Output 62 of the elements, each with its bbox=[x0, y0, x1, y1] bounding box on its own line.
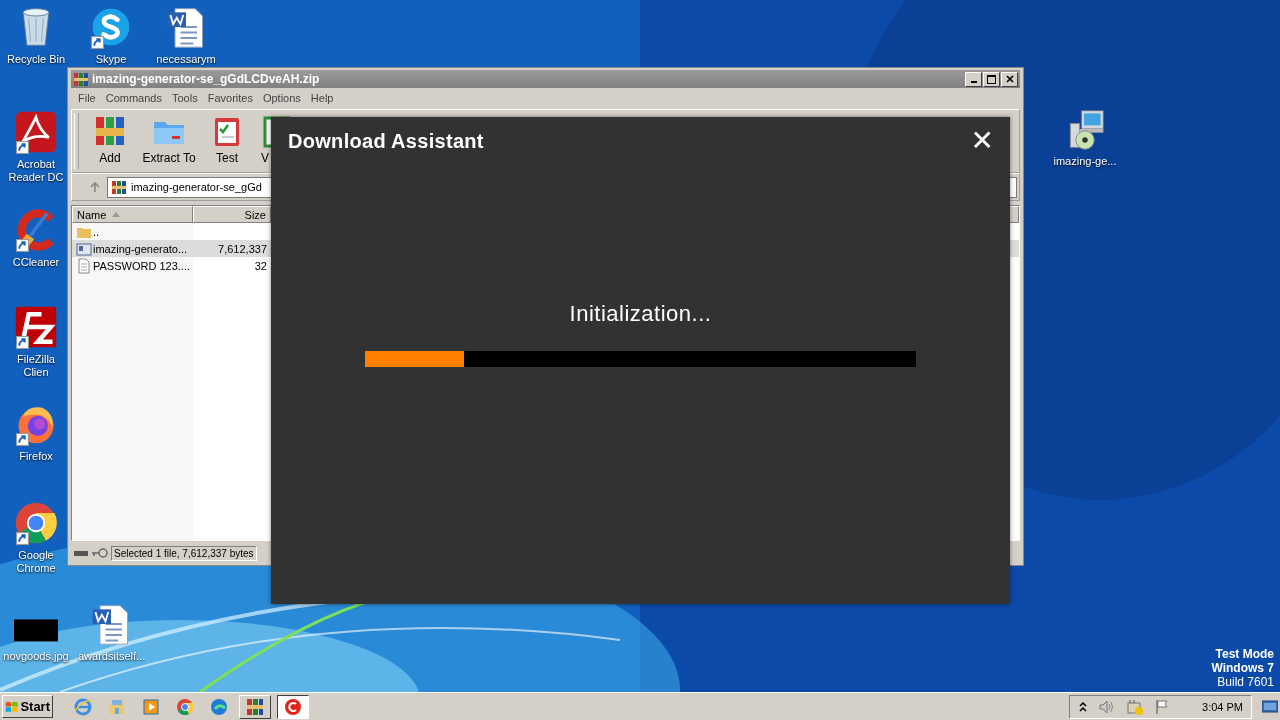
up-arrow-icon bbox=[89, 181, 101, 193]
close-button[interactable]: ✕ bbox=[970, 127, 994, 155]
desktop-icon-label[interactable]: imazing-ge... bbox=[1053, 155, 1117, 168]
toolbar-button[interactable]: Extract To bbox=[137, 110, 201, 172]
system-notice-text: Build 7601 bbox=[1217, 675, 1274, 689]
desktop-icon-label[interactable]: CCleaner bbox=[12, 256, 60, 269]
desktop-icon-label[interactable]: Firefox bbox=[19, 450, 53, 463]
path-text: imazing-generator-se_gGd bbox=[131, 181, 262, 193]
menu-item[interactable]: Tools bbox=[167, 92, 203, 104]
file-size: 7,612,337 bbox=[218, 242, 267, 255]
archive-icon bbox=[73, 71, 89, 87]
file-size: 32 bbox=[254, 259, 267, 272]
desktop-icon-label[interactable]: Acrobat Reader DC bbox=[3, 158, 69, 184]
menu-item[interactable]: File bbox=[73, 92, 101, 104]
chrome-icon[interactable] bbox=[14, 501, 58, 545]
column-header[interactable]: Name bbox=[72, 206, 193, 223]
browser-e-icon bbox=[73, 696, 93, 717]
system-notice-text: Test Mode bbox=[1215, 647, 1274, 661]
menu-item[interactable]: Commands bbox=[100, 92, 167, 104]
menu-item[interactable]: Favorites bbox=[202, 92, 258, 104]
menu-item[interactable]: Help bbox=[305, 92, 339, 104]
desktop-icon-label[interactable]: necessarym bbox=[156, 53, 216, 66]
archive-books-icon bbox=[93, 114, 127, 148]
system-notice-text: Windows 7 bbox=[1211, 661, 1274, 675]
clock[interactable]: 3:04 PM bbox=[1202, 700, 1243, 713]
desktop-icon-label[interactable]: Google Chrome bbox=[3, 549, 69, 575]
dialog-title: Download Assistant bbox=[288, 129, 484, 153]
window-title: imazing-generator-se_gGdLCDveAH.zip bbox=[92, 72, 321, 86]
desktop-icon-label[interactable]: FileZilla Clien bbox=[3, 353, 69, 379]
close-button[interactable] bbox=[1001, 71, 1018, 87]
maximize-button[interactable] bbox=[983, 71, 1000, 87]
desktop-icon-label[interactable]: Skype bbox=[95, 53, 127, 66]
minimize-button[interactable] bbox=[965, 71, 982, 87]
maximize-icon bbox=[987, 74, 996, 84]
toolbar-button[interactable]: Test bbox=[201, 110, 253, 172]
text-file-icon bbox=[76, 257, 92, 274]
status-message: Initialization... bbox=[569, 301, 712, 327]
media-player-icon bbox=[141, 696, 161, 717]
show-hidden-icons-icon[interactable] bbox=[1078, 700, 1089, 713]
close-icon bbox=[1005, 75, 1014, 83]
edge-icon bbox=[209, 696, 229, 717]
file-icon bbox=[76, 240, 92, 257]
desktop-icon-label[interactable]: Recycle Bin bbox=[6, 53, 66, 66]
toolbar-button[interactable]: Add bbox=[83, 110, 137, 172]
key-icon bbox=[91, 547, 109, 559]
show-desktop-button[interactable] bbox=[1262, 699, 1278, 714]
sort-arrow-icon bbox=[112, 212, 121, 217]
taskbar-app-button[interactable] bbox=[277, 694, 309, 719]
flag-icon[interactable] bbox=[1154, 698, 1171, 715]
file-name: PASSWORD 123.... bbox=[93, 259, 190, 272]
archive-books-icon bbox=[245, 696, 265, 717]
menu-item[interactable]: Options bbox=[257, 92, 306, 104]
start-button[interactable]: Start bbox=[2, 695, 53, 718]
column-header[interactable]: Size bbox=[193, 206, 271, 223]
drive-icon bbox=[73, 548, 89, 558]
file-name: imazing-generato... bbox=[93, 242, 188, 255]
file-name: .. bbox=[93, 225, 100, 238]
chrome-icon bbox=[175, 696, 195, 717]
c-app-icon bbox=[283, 696, 303, 717]
desktop-icon bbox=[1262, 699, 1278, 714]
status-text: Selected 1 file, 7,612,337 bytes bbox=[111, 545, 257, 561]
archive-icon bbox=[111, 179, 127, 195]
